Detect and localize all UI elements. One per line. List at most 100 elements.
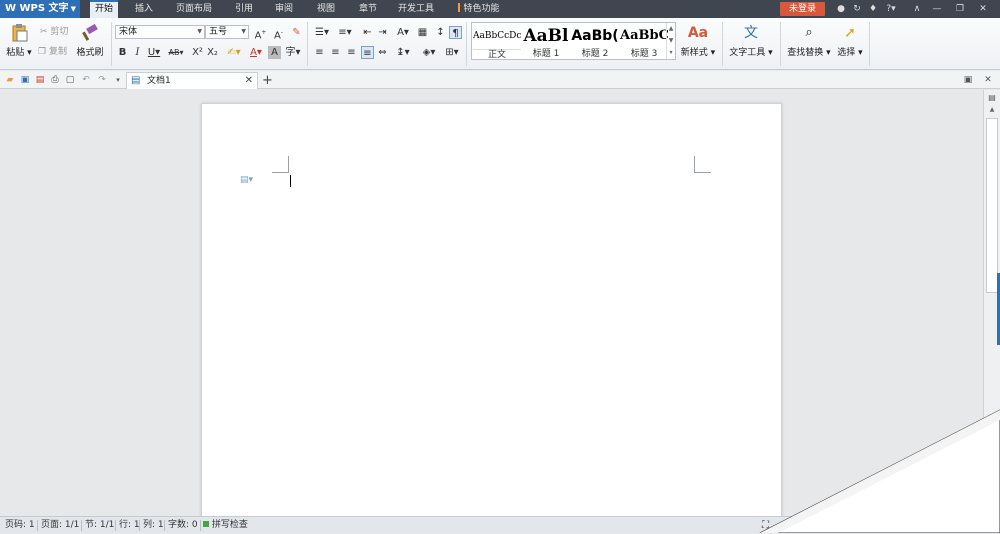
open-icon[interactable]: ▰ bbox=[4, 74, 16, 86]
font-name-select[interactable]: 宋体 ▼ bbox=[115, 25, 205, 39]
brush-icon bbox=[82, 24, 98, 41]
align-right-icon[interactable]: ≡ bbox=[345, 46, 358, 59]
tab-menu-icon[interactable]: ▣ bbox=[962, 74, 974, 86]
fullscreen-icon[interactable]: ⛶ bbox=[762, 517, 769, 534]
underline-icon[interactable]: U▾ bbox=[146, 46, 162, 59]
style-heading-2[interactable]: AaBb(标题 2 bbox=[571, 23, 619, 61]
close-tab-icon[interactable]: ✕ bbox=[245, 73, 253, 89]
borders-icon[interactable]: ⊞▾ bbox=[443, 46, 461, 59]
tab-developer[interactable]: 开发工具 bbox=[394, 0, 438, 18]
cursor-icon: ➚ bbox=[844, 25, 856, 41]
select-button[interactable]: ➚ 选择 ▾ bbox=[836, 24, 864, 58]
scrollbar-thumb[interactable] bbox=[986, 118, 998, 293]
tab-home[interactable]: 开始 bbox=[90, 0, 118, 18]
app-menu-button[interactable]: W WPS 文字 ▼ bbox=[0, 0, 80, 18]
italic-icon[interactable]: I bbox=[131, 46, 144, 59]
refresh-icon[interactable]: ↻ bbox=[850, 2, 864, 16]
shading-icon[interactable]: ◈▾ bbox=[420, 46, 438, 59]
print-preview-icon[interactable]: ▢ bbox=[64, 74, 76, 86]
tab-view[interactable]: 视图 bbox=[312, 0, 340, 18]
tab-chapter[interactable]: 章节 bbox=[354, 0, 382, 18]
subscript-icon[interactable]: X₂ bbox=[206, 46, 219, 59]
grow-font-icon[interactable]: A+ bbox=[254, 26, 267, 41]
customize-dropdown-icon[interactable]: ▾ bbox=[112, 74, 124, 86]
tab-special-features[interactable]: 特色功能 bbox=[454, 0, 504, 18]
char-shading-icon[interactable]: A bbox=[268, 46, 281, 59]
status-separator bbox=[164, 520, 165, 531]
text-tools-button[interactable]: 文 文字工具 ▾ bbox=[727, 24, 775, 58]
status-word-count[interactable]: 字数: 0 bbox=[168, 517, 198, 534]
decrease-indent-icon[interactable]: ⇤ bbox=[361, 26, 374, 39]
table-icon[interactable]: ▦ bbox=[416, 26, 429, 39]
ribbon-separator bbox=[307, 22, 308, 66]
paragraph-options-icon[interactable]: ▤▾ bbox=[240, 175, 253, 185]
copy-button[interactable]: ❐ 复制 bbox=[38, 46, 67, 58]
chevron-down-icon: ▾ bbox=[855, 48, 863, 58]
tab-insert[interactable]: 插入 bbox=[130, 0, 158, 18]
minimize-icon[interactable]: — bbox=[930, 2, 944, 16]
tab-page-layout[interactable]: 页面布局 bbox=[172, 0, 216, 18]
phonetic-guide-icon[interactable]: 字▾ bbox=[284, 46, 302, 59]
justify-icon[interactable]: ≡ bbox=[361, 46, 374, 59]
style-heading-1[interactable]: AaBl 标题 1 bbox=[522, 23, 570, 61]
restore-icon[interactable]: ❐ bbox=[953, 2, 967, 16]
superscript-icon[interactable]: X² bbox=[191, 46, 204, 59]
ribbon-separator bbox=[466, 22, 467, 66]
vertical-scrollbar[interactable]: ▤ ▲ bbox=[983, 90, 1000, 516]
line-spacing-icon[interactable]: ↨▾ bbox=[394, 46, 412, 59]
view-toggle-icon[interactable]: ▤ bbox=[986, 93, 998, 105]
style-normal[interactable]: AaBbCcDc 正文 bbox=[473, 23, 521, 61]
new-tab-icon[interactable]: + bbox=[262, 72, 273, 89]
login-button[interactable]: 未登录 bbox=[780, 2, 825, 16]
spell-check-toggle[interactable]: 拼写检查 bbox=[203, 517, 248, 534]
close-icon[interactable]: ✕ bbox=[976, 2, 990, 16]
cut-button[interactable]: ✂ 剪切 bbox=[40, 26, 68, 38]
print-icon[interactable]: ⎙ bbox=[49, 74, 61, 86]
skin-icon[interactable]: ♦ bbox=[866, 2, 880, 16]
tab-review[interactable]: 审阅 bbox=[270, 0, 298, 18]
find-replace-button[interactable]: ⌕ 查找替换 ▾ bbox=[785, 24, 833, 58]
document-canvas[interactable]: ▤▾ bbox=[0, 90, 983, 516]
tab-references[interactable]: 引用 bbox=[230, 0, 258, 18]
numbered-list-icon[interactable]: ≡▾ bbox=[336, 26, 354, 39]
font-size-select[interactable]: 五号 ▼ bbox=[205, 25, 249, 39]
increase-indent-icon[interactable]: ⇥ bbox=[376, 26, 389, 39]
align-center-icon[interactable]: ≡ bbox=[329, 46, 342, 59]
cloud-icon[interactable]: ● bbox=[834, 2, 848, 16]
distributed-icon[interactable]: ⇔ bbox=[376, 46, 389, 59]
styles-scroll[interactable]: ▲ ▼ ▾ bbox=[666, 23, 675, 59]
chevron-down-icon: ▼ bbox=[197, 28, 202, 35]
redo-icon[interactable]: ↷ bbox=[96, 74, 108, 86]
bullet-list-icon[interactable]: ☰▾ bbox=[313, 26, 331, 39]
align-left-icon[interactable]: ≡ bbox=[313, 46, 326, 59]
status-pages: 页面: 1/1 bbox=[41, 520, 80, 530]
shrink-font-icon[interactable]: A- bbox=[272, 26, 285, 41]
pdf-icon[interactable]: ▤ bbox=[34, 74, 46, 86]
show-marks-icon[interactable]: ¶ bbox=[449, 26, 462, 39]
sort-icon[interactable]: ↕ bbox=[434, 26, 447, 39]
chevron-down-icon: ▼ bbox=[241, 28, 246, 35]
status-separator bbox=[81, 520, 82, 531]
scroll-up-icon[interactable]: ▲ bbox=[986, 106, 998, 116]
save-icon[interactable]: ▣ bbox=[19, 74, 31, 86]
select-label: 选择 bbox=[837, 48, 856, 58]
bold-icon[interactable]: B bbox=[116, 46, 129, 59]
undo-icon[interactable]: ↶ bbox=[80, 74, 92, 86]
style-heading-3[interactable]: AaBbC 标题 3 bbox=[620, 23, 668, 61]
strikethrough-icon[interactable]: AB▾ bbox=[166, 46, 186, 59]
status-column: 列: 1 bbox=[143, 520, 164, 530]
chinese-layout-icon[interactable]: A▾ bbox=[394, 26, 412, 39]
close-all-icon[interactable]: ✕ bbox=[982, 74, 994, 86]
highlight-icon[interactable]: ✍▾ bbox=[225, 46, 243, 59]
ribbon-separator bbox=[780, 22, 781, 66]
clear-format-icon[interactable]: ✎ bbox=[290, 26, 303, 39]
font-color-icon[interactable]: A▾ bbox=[247, 46, 265, 59]
document-tab[interactable]: ▤ 文档1 ✕ bbox=[126, 72, 258, 89]
format-painter-button[interactable]: 格式刷 bbox=[75, 24, 105, 58]
collapse-ribbon-icon[interactable]: ∧ bbox=[910, 2, 924, 16]
document-page[interactable]: ▤▾ bbox=[201, 103, 782, 516]
help-icon[interactable]: ?▾ bbox=[882, 2, 900, 16]
document-icon: ▤ bbox=[131, 75, 141, 86]
new-style-button[interactable]: Aa 新样式 ▾ bbox=[679, 24, 717, 58]
paste-button[interactable]: 粘贴 ▾ bbox=[5, 24, 33, 58]
